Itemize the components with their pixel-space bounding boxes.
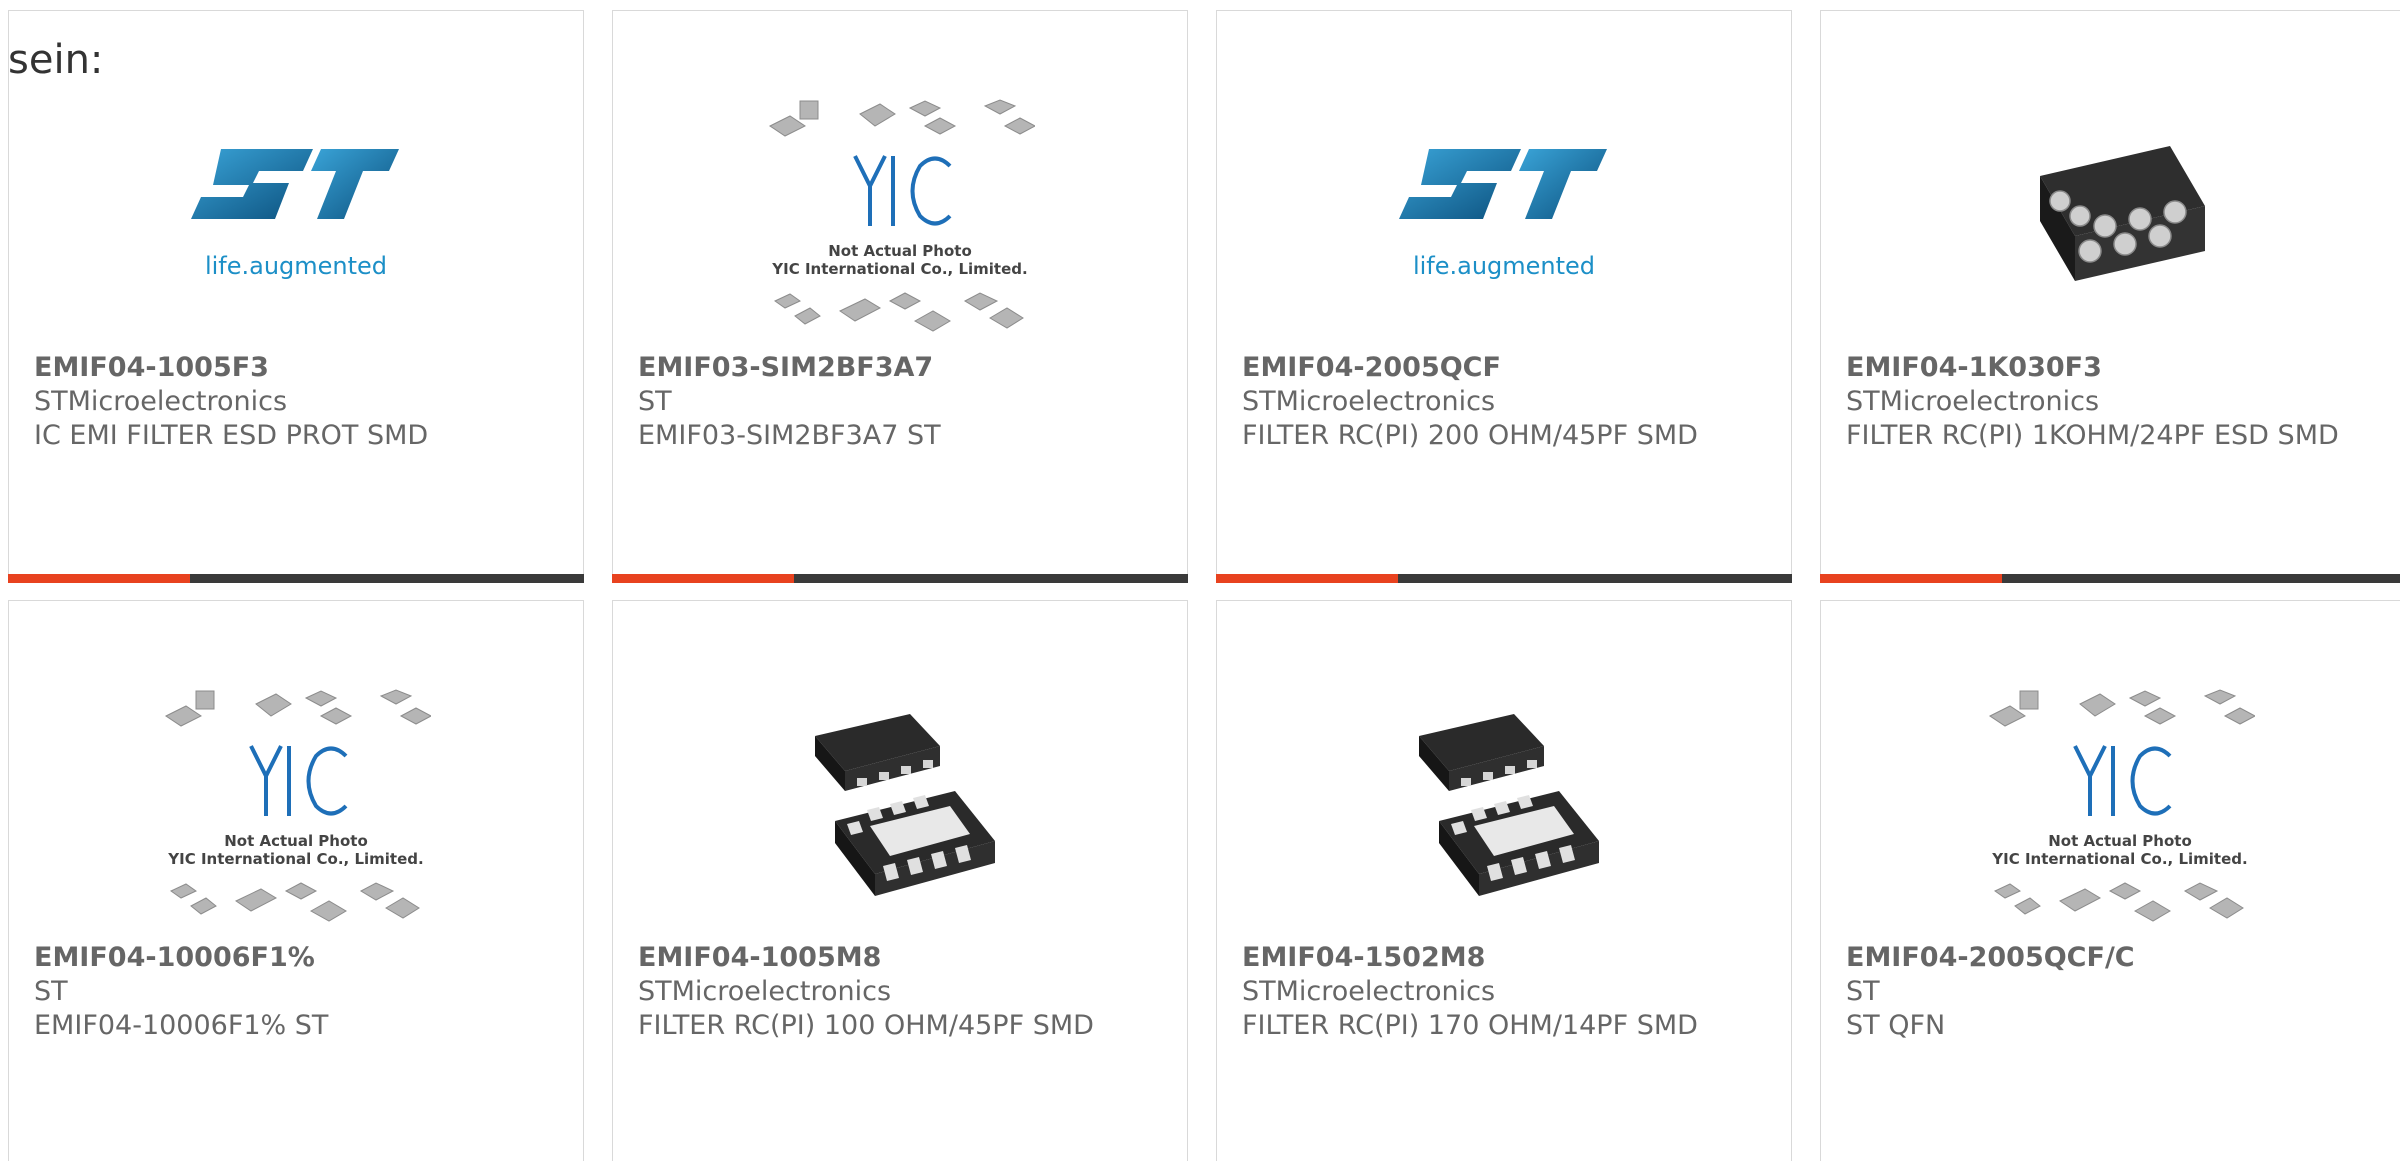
product-info: EMIF04-1005M8 STMicroelectronics FILTER …	[638, 941, 1162, 1043]
part-number[interactable]: EMIF04-10006F1%	[34, 941, 558, 975]
card-accent-bar	[612, 574, 794, 583]
card-bottom-bar	[8, 574, 584, 583]
product-image[interactable]	[1821, 81, 2400, 351]
svg-text:YIC International Co., Limited: YIC International Co., Limited.	[771, 260, 1027, 278]
product-info: EMIF04-2005QCF/C ST ST QFN	[1846, 941, 2394, 1043]
svg-text:YIC International Co., Limited: YIC International Co., Limited.	[1991, 850, 2247, 868]
product-card[interactable]: Not Actual Photo YIC International Co., …	[612, 10, 1188, 583]
product-info: EMIF04-1005F3 STMicroelectronics IC EMI …	[34, 351, 558, 453]
manufacturer: ST	[34, 976, 68, 1007]
product-info: EMIF03-SIM2BF3A7 ST EMIF03-SIM2BF3A7 ST	[638, 351, 1162, 453]
part-number[interactable]: EMIF04-2005QCF	[1242, 351, 1766, 385]
part-number[interactable]: EMIF04-1005F3	[34, 351, 558, 385]
product-image[interactable]: Not Actual Photo YIC International Co., …	[613, 81, 1187, 351]
yic-placeholder-icon: Not Actual Photo YIC International Co., …	[165, 689, 431, 922]
product-card[interactable]: EMIF04-1K030F3 STMicroelectronics FILTER…	[1820, 10, 2400, 583]
manufacturer: STMicroelectronics	[34, 386, 288, 417]
product-image[interactable]: Not Actual Photo YIC International Co., …	[9, 671, 583, 941]
intro-text: sein:	[8, 37, 104, 83]
product-image[interactable]: Not Actual Photo YIC International Co., …	[1821, 671, 2400, 941]
part-number[interactable]: EMIF04-2005QCF/C	[1846, 941, 2394, 975]
svg-text:Not Actual Photo: Not Actual Photo	[224, 832, 368, 850]
product-info: EMIF04-1K030F3 STMicroelectronics FILTER…	[1846, 351, 2394, 453]
product-image[interactable]	[613, 671, 1187, 941]
product-card[interactable]: Not Actual Photo YIC International Co., …	[8, 600, 584, 1161]
product-card[interactable]: life.augmented EMIF04-1005F3 STMicroelec…	[8, 10, 584, 583]
product-card[interactable]: EMIF04-1005M8 STMicroelectronics FILTER …	[612, 600, 1188, 1161]
manufacturer: STMicroelectronics	[1242, 386, 1496, 417]
manufacturer: ST	[638, 386, 672, 417]
manufacturer: STMicroelectronics	[638, 976, 892, 1007]
svg-text:life.augmented: life.augmented	[1413, 252, 1595, 280]
st-logo-icon: life.augmented	[1399, 149, 1607, 280]
card-accent-bar	[1216, 574, 1398, 583]
svg-text:life.augmented: life.augmented	[205, 252, 387, 280]
yic-placeholder-icon: Not Actual Photo YIC International Co., …	[1989, 689, 2255, 922]
product-card[interactable]: EMIF04-1502M8 STMicroelectronics FILTER …	[1216, 600, 1792, 1161]
description: FILTER RC(PI) 100 OHM/45PF SMD	[638, 1010, 1094, 1041]
svg-text:YIC International Co., Limited: YIC International Co., Limited.	[167, 850, 423, 868]
part-number[interactable]: EMIF04-1005M8	[638, 941, 1162, 975]
product-image[interactable]: life.augmented	[9, 81, 583, 351]
product-image[interactable]: life.augmented	[1217, 81, 1791, 351]
manufacturer: ST	[1846, 976, 1880, 1007]
description: FILTER RC(PI) 1KOHM/24PF ESD SMD	[1846, 420, 2339, 451]
bga-chip-icon	[2040, 146, 2205, 281]
product-card[interactable]: Not Actual Photo YIC International Co., …	[1820, 600, 2400, 1161]
card-accent-bar	[8, 574, 190, 583]
product-info: EMIF04-2005QCF STMicroelectronics FILTER…	[1242, 351, 1766, 453]
description: IC EMI FILTER ESD PROT SMD	[34, 420, 429, 451]
card-bottom-bar	[1216, 574, 1792, 583]
product-grid-page: sein: life.augmented EMIF04-1005F3 STMic…	[0, 0, 2400, 1161]
svg-text:Not Actual Photo: Not Actual Photo	[828, 242, 972, 260]
yic-placeholder-icon: Not Actual Photo YIC International Co., …	[769, 99, 1035, 332]
description: EMIF03-SIM2BF3A7 ST	[638, 420, 941, 451]
description: FILTER RC(PI) 170 OHM/14PF SMD	[1242, 1010, 1698, 1041]
card-bottom-bar	[612, 574, 1188, 583]
product-info: EMIF04-1502M8 STMicroelectronics FILTER …	[1242, 941, 1766, 1043]
dfn-chip-icon	[1419, 714, 1599, 896]
product-image[interactable]	[1217, 671, 1791, 941]
st-logo-icon: life.augmented	[191, 149, 399, 280]
svg-text:Not Actual Photo: Not Actual Photo	[2048, 832, 2192, 850]
product-info: EMIF04-10006F1% ST EMIF04-10006F1% ST	[34, 941, 558, 1043]
manufacturer: STMicroelectronics	[1242, 976, 1496, 1007]
part-number[interactable]: EMIF03-SIM2BF3A7	[638, 351, 1162, 385]
part-number[interactable]: EMIF04-1K030F3	[1846, 351, 2394, 385]
part-number[interactable]: EMIF04-1502M8	[1242, 941, 1766, 975]
description: FILTER RC(PI) 200 OHM/45PF SMD	[1242, 420, 1698, 451]
description: EMIF04-10006F1% ST	[34, 1010, 329, 1041]
product-card[interactable]: life.augmented EMIF04-2005QCF STMicroele…	[1216, 10, 1792, 583]
description: ST QFN	[1846, 1010, 1946, 1041]
card-accent-bar	[1820, 574, 2002, 583]
card-bottom-bar	[1820, 574, 2400, 583]
dfn-chip-icon	[815, 714, 995, 896]
manufacturer: STMicroelectronics	[1846, 386, 2100, 417]
